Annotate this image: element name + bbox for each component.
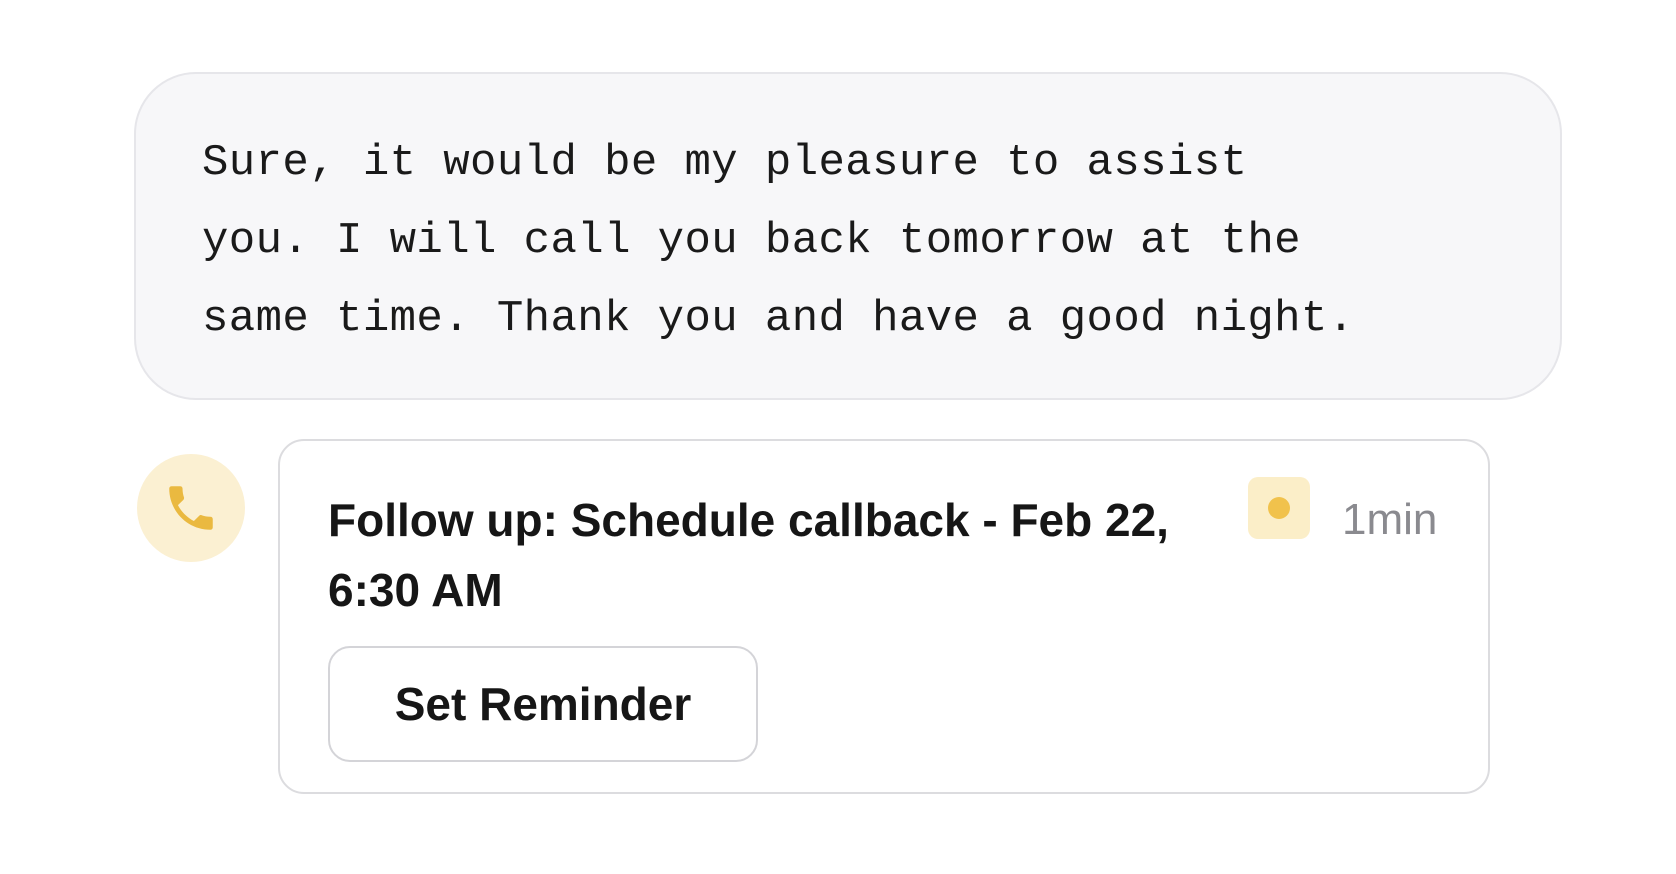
activity-card: Follow up: Schedule callback - Feb 22, 6… [278, 439, 1490, 794]
message-text: Sure, it would be my pleasure to assist … [202, 138, 1355, 344]
set-reminder-button[interactable]: Set Reminder [328, 646, 758, 762]
activity-duration: 1min [1342, 495, 1438, 544]
status-badge [1248, 477, 1310, 539]
call-activity-avatar [137, 454, 245, 562]
status-dot-icon [1268, 497, 1290, 519]
phone-icon [169, 486, 213, 530]
activity-title: Follow up: Schedule callback - Feb 22, 6… [328, 494, 1169, 616]
message-bubble: Sure, it would be my pleasure to assist … [134, 72, 1562, 400]
